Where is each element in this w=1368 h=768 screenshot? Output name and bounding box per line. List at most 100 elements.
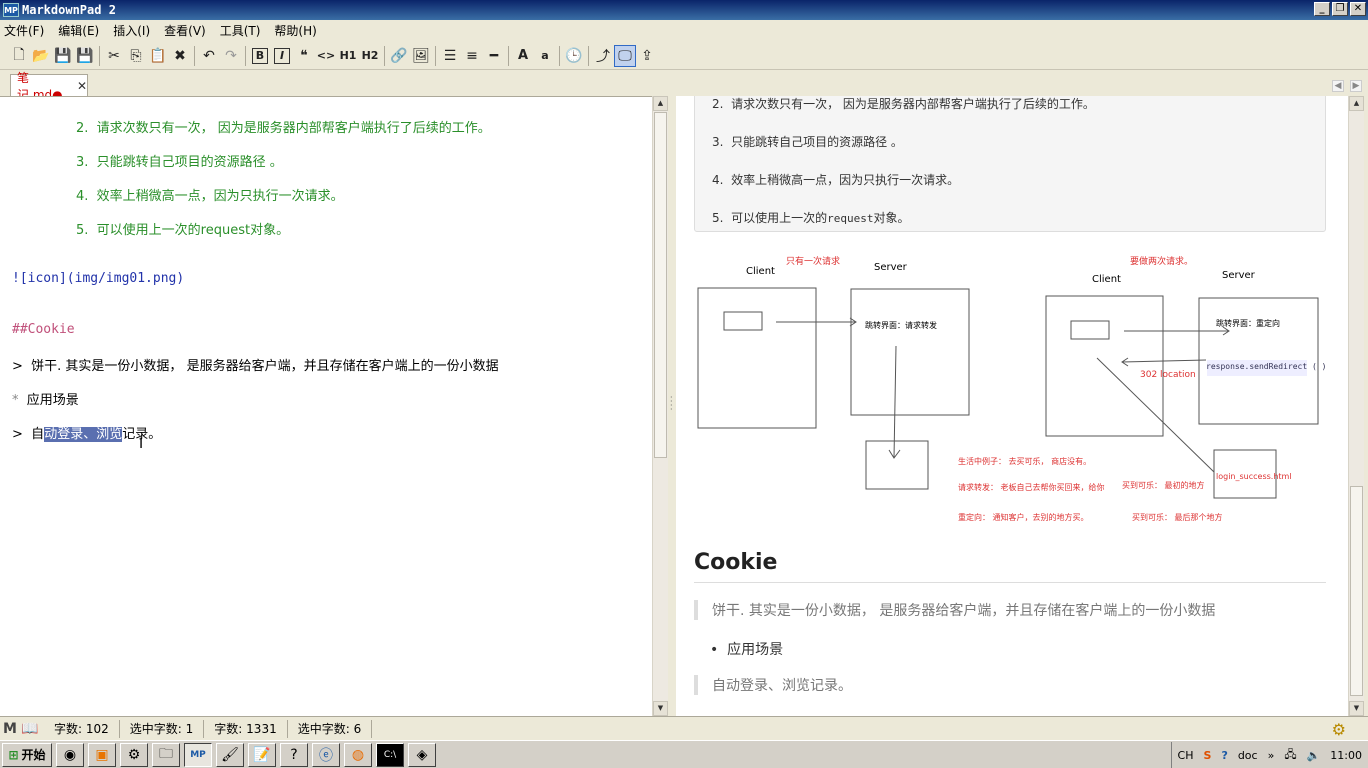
preview-divider: [694, 582, 1326, 583]
heading1-button[interactable]: H1: [337, 45, 359, 67]
markdown-icon[interactable]: M: [0, 721, 20, 737]
link-icon[interactable]: 🔗: [388, 45, 410, 67]
diagram-note: 请求转发： 老板自己去帮你买回来，给你: [958, 483, 1105, 492]
open-folder-icon[interactable]: 📂: [30, 45, 52, 67]
firefox-icon[interactable]: ◍: [344, 742, 372, 767]
splitter-grip-icon: · · · ·: [670, 393, 673, 414]
editor-line: 3. 只能跳转自己项目的资源路径 。: [76, 155, 283, 170]
book-icon[interactable]: 📖: [20, 721, 40, 737]
scroll-thumb[interactable]: [654, 112, 667, 458]
scroll-up-icon[interactable]: ▲: [1349, 96, 1364, 111]
ordered-list-icon[interactable]: ≡: [461, 45, 483, 67]
diagram-server-label: Server: [1222, 270, 1255, 281]
menu-file[interactable]: 文件(F): [4, 22, 44, 39]
start-button[interactable]: ⊞ 开始: [2, 742, 52, 767]
unordered-list-icon[interactable]: ☰: [439, 45, 461, 67]
windows-taskbar: ⊞ 开始 ◉ ▣ ⚙ 🗀 MP 🖌 📝 ? ⓔ ◍ C:\ ◈ CH S ? do…: [0, 740, 1368, 768]
quote-icon[interactable]: ❝: [293, 45, 315, 67]
scroll-thumb[interactable]: [1350, 486, 1363, 696]
paint-icon[interactable]: 🖌: [216, 742, 244, 767]
preview-bullet-item: • 应用场景: [710, 642, 784, 658]
preview-list-item: 3. 只能跳转自己项目的资源路径 。: [712, 135, 903, 149]
save-icon[interactable]: 💾: [52, 45, 74, 67]
folder-icon[interactable]: 🗀: [152, 742, 180, 767]
diagram-note: login_success.html: [1216, 472, 1292, 481]
tab-notes-md[interactable]: 笔记.md● ✕: [10, 71, 88, 102]
menu-view[interactable]: 查看(V): [164, 22, 206, 39]
help-app-icon[interactable]: ?: [280, 742, 308, 767]
preview-heading: Cookie: [694, 550, 778, 575]
ime-indicator[interactable]: CH: [1178, 749, 1194, 762]
help-tray-icon[interactable]: ?: [1221, 749, 1227, 762]
live-preview-icon[interactable]: ⤴: [592, 45, 614, 67]
markdownpad-task-icon[interactable]: MP: [184, 742, 212, 767]
settings-gear-icon[interactable]: ⚙: [1332, 720, 1346, 739]
scroll-down-icon[interactable]: ▼: [653, 701, 668, 716]
app-orange-icon[interactable]: ▣: [88, 742, 116, 767]
menu-bar: 文件(F) 编辑(E) 插入(I) 查看(V) 工具(T) 帮助(H): [0, 20, 1368, 40]
paste-icon[interactable]: 📋: [147, 45, 169, 67]
pane-splitter[interactable]: · · · ·: [668, 96, 676, 716]
menu-tools[interactable]: 工具(T): [220, 22, 261, 39]
doc-label[interactable]: doc: [1238, 749, 1258, 762]
diagram-note: 买到可乐： 最初的地方: [1122, 481, 1205, 490]
diagram-note: 生活中例子： 去买可乐， 商店没有。: [958, 457, 1092, 466]
new-file-icon[interactable]: 🗋: [8, 45, 30, 67]
save-all-icon[interactable]: 💾: [74, 45, 96, 67]
notepad-icon[interactable]: 📝: [248, 742, 276, 767]
bold-button[interactable]: B: [252, 47, 268, 64]
redo-icon[interactable]: ↷: [220, 45, 242, 67]
font-bigger-button[interactable]: A: [512, 45, 534, 67]
font-smaller-button[interactable]: a: [534, 45, 556, 67]
app-misc-icon[interactable]: ◈: [408, 742, 436, 767]
preview-toggle-icon[interactable]: 🖵: [614, 44, 636, 67]
diagram-code: response.sendRedirect ( ): [1206, 362, 1327, 371]
cmd-icon[interactable]: C:\: [376, 742, 404, 767]
diagram-server-label: Server: [874, 262, 907, 273]
menu-edit[interactable]: 编辑(E): [58, 22, 99, 39]
minimize-button[interactable]: _: [1314, 2, 1330, 16]
clock[interactable]: 11:00: [1330, 749, 1362, 762]
status-bar: M 📖 字数: 102 选中字数: 1 字数: 1331 选中字数: 6 ⚙: [0, 716, 1368, 740]
menu-insert[interactable]: 插入(I): [113, 22, 150, 39]
editor-scrollbar[interactable]: ▲ ▼: [652, 96, 668, 716]
tab-scroll-left-icon[interactable]: ◀: [1332, 80, 1344, 92]
network-icon[interactable]: 🖧: [1284, 746, 1296, 765]
expand-tray-icon[interactable]: »: [1268, 749, 1275, 762]
tab-close-icon[interactable]: ✕: [77, 79, 87, 93]
editor-line: 5. 可以使用上一次的request对象。: [76, 223, 290, 238]
tab-scroll-right-icon[interactable]: ▶: [1350, 80, 1362, 92]
markdown-editor[interactable]: 2. 请求次数只有一次， 因为是服务器内部帮客户端执行了后续的工作。 3. 只能…: [0, 96, 652, 716]
scroll-up-icon[interactable]: ▲: [653, 96, 668, 111]
image-icon[interactable]: 🖼: [410, 45, 432, 67]
horizontal-rule-icon[interactable]: ━: [483, 45, 505, 67]
ie-icon[interactable]: ⓔ: [312, 742, 340, 767]
preview-scrollbar[interactable]: ▲ ▼: [1348, 96, 1364, 716]
timestamp-icon[interactable]: 🕒: [563, 45, 585, 67]
chrome-icon[interactable]: ◉: [56, 742, 84, 767]
editor-line: 4. 效率上稍微高一点，因为只执行一次请求。: [76, 189, 344, 204]
close-button[interactable]: ✕: [1350, 2, 1366, 16]
restore-button[interactable]: ❐: [1332, 2, 1348, 16]
diagram-client-label: Client: [1092, 274, 1121, 285]
diagram-box-text: 跳转界面：重定向: [1216, 319, 1280, 328]
cut-icon[interactable]: ✂: [103, 45, 125, 67]
code-icon[interactable]: <>: [315, 45, 337, 67]
delete-icon[interactable]: ✖: [169, 45, 191, 67]
export-icon[interactable]: ⇪: [636, 45, 658, 67]
menu-help[interactable]: 帮助(H): [274, 22, 316, 39]
diagram-note: 302 location: [1140, 370, 1196, 380]
volume-icon[interactable]: 🔈: [1307, 749, 1321, 762]
italic-button[interactable]: I: [274, 47, 290, 64]
text-selection: 动登录、浏览: [44, 427, 123, 442]
copy-icon[interactable]: ⎘: [125, 45, 147, 67]
settings-app-icon[interactable]: ⚙: [120, 742, 148, 767]
diagram-client-label: Client: [746, 266, 775, 277]
sogou-icon[interactable]: S: [1204, 749, 1212, 762]
forward-vs-redirect-diagram: 只有一次请求 Client Server 跳转界面：请求转发 要做两次请求。 C…: [694, 246, 1326, 531]
undo-icon[interactable]: ↶: [198, 45, 220, 67]
scroll-down-icon[interactable]: ▼: [1349, 701, 1364, 716]
bullet-text: 应用场景: [727, 642, 784, 658]
heading2-button[interactable]: H2: [359, 45, 381, 67]
preview-list-item: 4. 效率上稍微高一点，因为只执行一次请求。: [712, 173, 960, 187]
